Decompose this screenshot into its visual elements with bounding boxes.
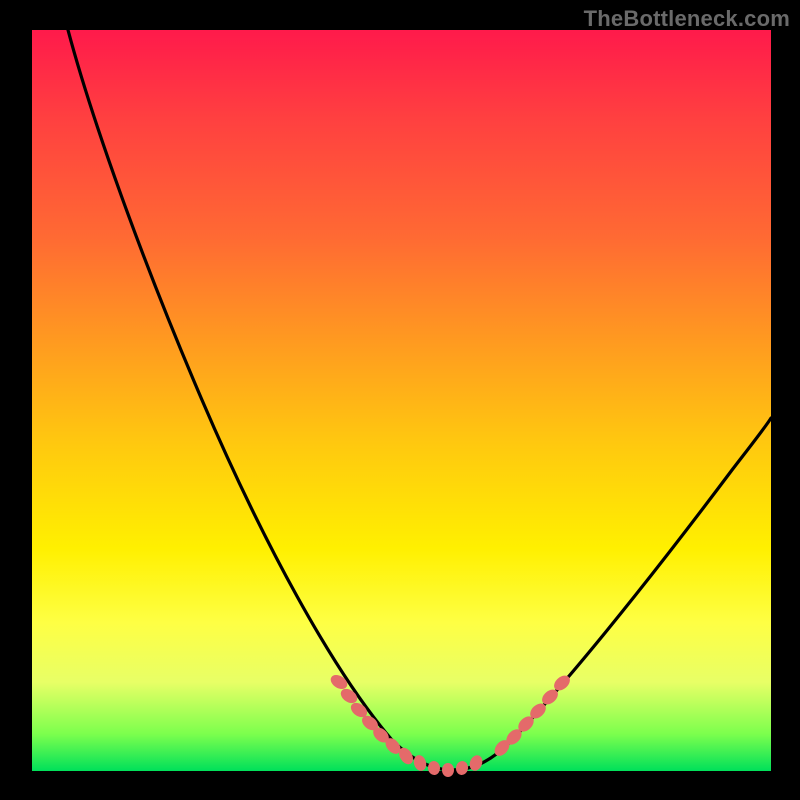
- chart-frame: TheBottleneck.com: [0, 0, 800, 800]
- right-dot-cluster: [492, 673, 573, 759]
- plot-area: [32, 30, 771, 771]
- watermark-text: TheBottleneck.com: [584, 6, 790, 32]
- curve-path: [68, 30, 771, 770]
- bottleneck-curve: [32, 30, 771, 771]
